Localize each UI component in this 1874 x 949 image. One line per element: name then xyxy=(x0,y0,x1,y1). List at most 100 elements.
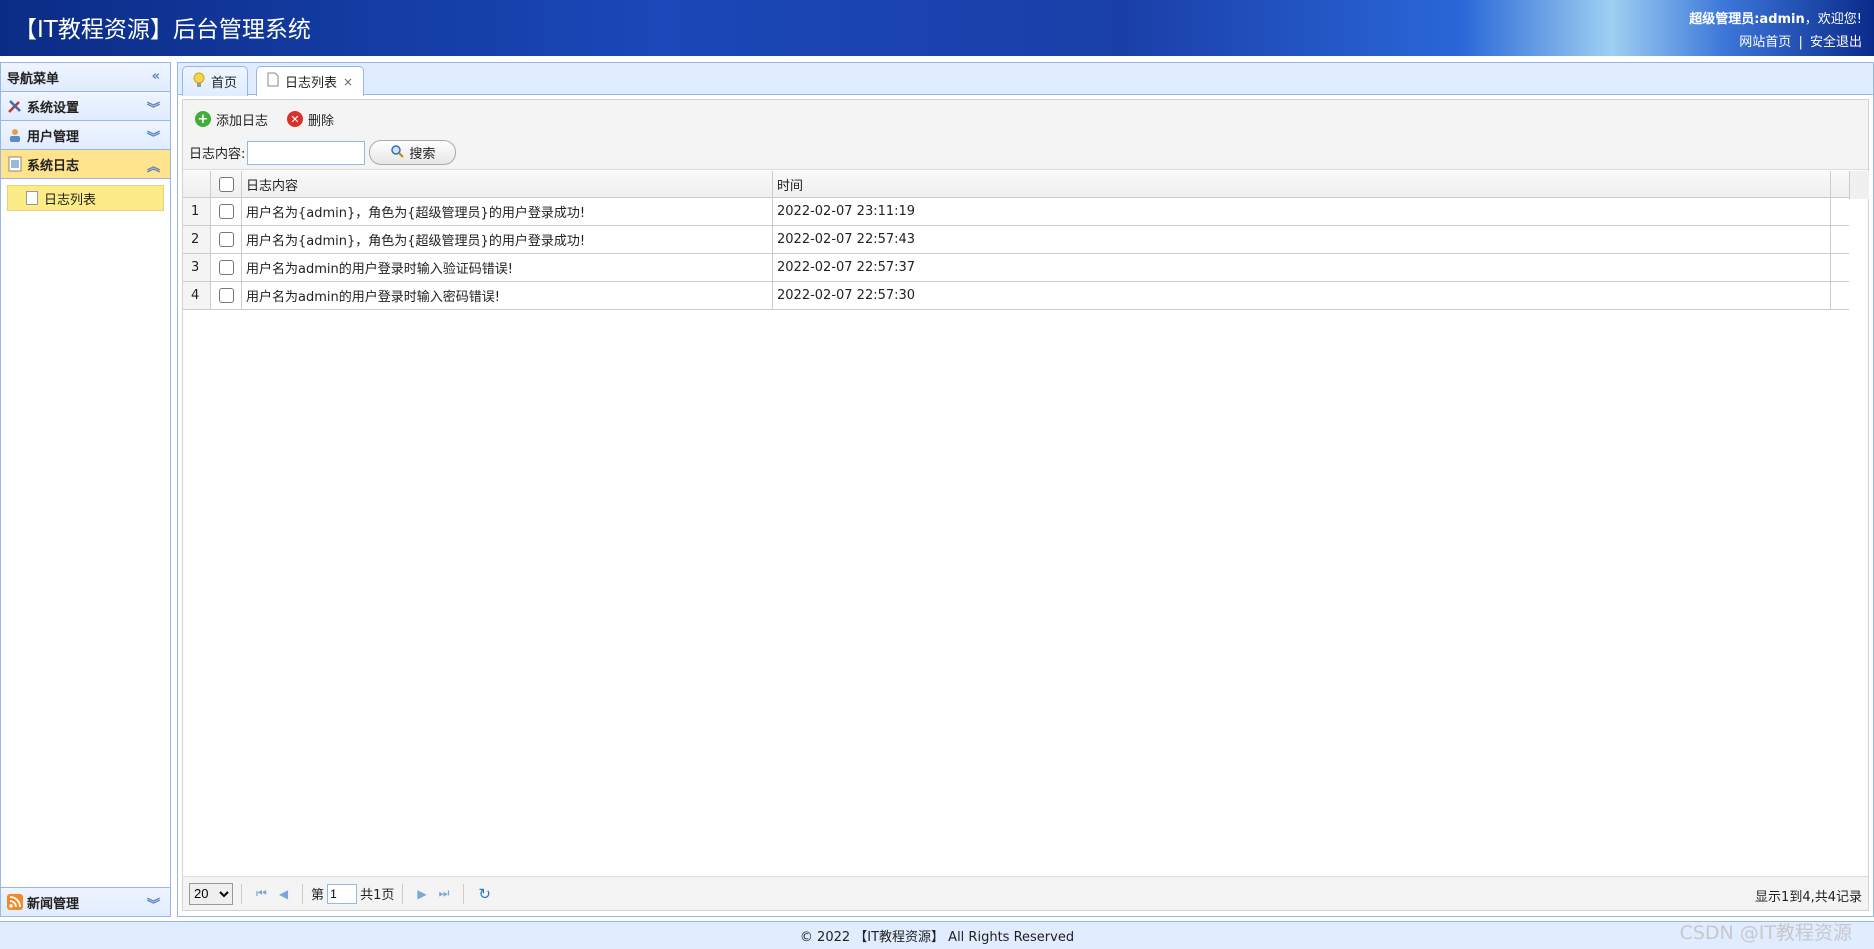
app-title: 【IT教程资源】后台管理系统 xyxy=(14,17,311,43)
add-icon: + xyxy=(195,111,211,127)
sidebar-item-user-management[interactable]: 用户管理 ︾ xyxy=(1,121,170,150)
collapse-left-icon[interactable]: « xyxy=(152,69,160,84)
tab-log-list[interactable]: 日志列表 × xyxy=(256,66,365,96)
pagination-bar: 20 ⏮ ◀ 第 共1页 ▶ ⏭ ↻ 显示1到4,共4记录 xyxy=(183,876,1868,910)
search-button[interactable]: 搜索 xyxy=(369,140,457,165)
search-label: 日志内容: xyxy=(189,147,246,162)
row-number: 4 xyxy=(183,282,211,309)
sidebar-title-label: 导航菜单 xyxy=(7,71,60,87)
chevron-down-icon: ︾ xyxy=(146,102,160,117)
log-time-cell: 2022-02-07 23:11:19 xyxy=(773,198,1831,225)
table-row[interactable]: 3 用户名为admin的用户登录时输入验证码错误! 2022-02-07 22:… xyxy=(183,254,1849,282)
log-time-cell: 2022-02-07 22:57:43 xyxy=(773,226,1831,253)
checkbox[interactable] xyxy=(218,176,234,192)
log-list-content: + 添加日志 ✕ 删除 日志内容: 搜索 日志内容 时间 1 用户名为{admi… xyxy=(182,99,1869,911)
table-row[interactable]: 1 用户名为{admin}，角色为{超级管理员}的用户登录成功! 2022-02… xyxy=(183,198,1849,226)
tools-icon xyxy=(7,98,23,114)
log-table: 日志内容 时间 1 用户名为{admin}，角色为{超级管理员}的用户登录成功!… xyxy=(183,171,1849,310)
sidebar-item-label: 新闻管理 xyxy=(27,896,80,912)
last-page-icon[interactable]: ⏭ xyxy=(439,886,450,901)
tab-home[interactable]: 首页 xyxy=(182,66,249,96)
row-number: 1 xyxy=(183,198,211,225)
row-number: 2 xyxy=(183,226,211,253)
page-icon xyxy=(267,72,279,91)
log-content-cell: 用户名为{admin}，角色为{超级管理员}的用户登录成功! xyxy=(242,226,773,253)
select-all-checkbox[interactable] xyxy=(211,171,242,197)
refresh-icon[interactable]: ↻ xyxy=(478,885,491,903)
prev-page-icon[interactable]: ◀ xyxy=(279,887,288,901)
bulb-icon xyxy=(193,72,205,92)
sidebar-item-system-log[interactable]: 系统日志 ︽ xyxy=(1,150,170,179)
row-number-header xyxy=(183,171,211,197)
watermark: CSDN @IT教程资源 xyxy=(1679,922,1852,944)
column-header-content[interactable]: 日志内容 xyxy=(242,171,773,197)
log-content-cell: 用户名为admin的用户登录时输入密码错误! xyxy=(242,282,773,309)
logout-link[interactable]: 安全退出 xyxy=(1810,35,1862,50)
row-checkbox[interactable] xyxy=(211,282,242,309)
tab-bar: 首页 日志列表 × xyxy=(178,63,1873,96)
pager-info: 显示1到4,共4记录 xyxy=(1755,890,1862,905)
page-total: 共1页 xyxy=(360,888,395,903)
home-link[interactable]: 网站首页 xyxy=(1739,35,1791,50)
chevron-down-icon: ︾ xyxy=(146,898,160,913)
tab-label: 首页 xyxy=(211,76,238,91)
sidebar-item-system-settings[interactable]: 系统设置 ︾ xyxy=(1,92,170,121)
sidebar-subitem-log-list[interactable]: 日志列表 xyxy=(7,185,164,211)
row-checkbox[interactable] xyxy=(211,254,242,281)
search-icon xyxy=(390,144,405,162)
footer: © 2022 【IT教程资源】 All Rights Reserved xyxy=(0,921,1874,949)
header-links: 网站首页 | 安全退出 xyxy=(1739,31,1862,50)
search-input[interactable] xyxy=(247,140,366,165)
footer-text: © 2022 【IT教程资源】 All Rights Reserved xyxy=(799,930,1075,945)
delete-icon: ✕ xyxy=(287,111,303,127)
table-row[interactable]: 4 用户名为admin的用户登录时输入密码错误! 2022-02-07 22:5… xyxy=(183,282,1849,310)
log-content-cell: 用户名为{admin}，角色为{超级管理员}的用户登录成功! xyxy=(242,198,773,225)
tab-label: 日志列表 xyxy=(285,76,338,91)
chevron-up-icon: ︽ xyxy=(146,160,160,175)
sidebar-item-label: 系统设置 xyxy=(27,100,80,116)
pager-separator xyxy=(241,883,242,904)
close-icon[interactable]: × xyxy=(343,75,353,89)
chevron-down-icon: ︾ xyxy=(146,131,160,146)
page-size-select[interactable]: 20 xyxy=(189,882,233,905)
system-log-panel: 日志列表 xyxy=(1,179,170,217)
checkbox[interactable] xyxy=(218,288,234,303)
welcome-role: 超级管理员:admin xyxy=(1689,12,1805,27)
pager-separator xyxy=(402,883,404,904)
page-number-input[interactable] xyxy=(327,883,358,904)
page-icon xyxy=(26,191,38,205)
log-time-cell: 2022-02-07 22:57:37 xyxy=(773,254,1831,281)
delete-label: 删除 xyxy=(308,113,335,129)
sidebar-item-news-management[interactable]: 新闻管理 ︾ xyxy=(1,887,170,916)
link-separator: | xyxy=(1798,35,1803,50)
toolbar: + 添加日志 ✕ 删除 日志内容: 搜索 xyxy=(183,100,1868,170)
checkbox[interactable] xyxy=(218,260,234,275)
delete-button[interactable]: ✕ 删除 xyxy=(287,108,334,130)
welcome-suffix: ，欢迎您! xyxy=(1804,12,1862,27)
rss-icon xyxy=(7,894,23,910)
add-log-label: 添加日志 xyxy=(216,113,269,129)
page-prefix: 第 xyxy=(311,888,325,903)
log-icon xyxy=(7,156,23,172)
checkbox[interactable] xyxy=(218,232,234,247)
welcome-text: 超级管理员:admin，欢迎您! xyxy=(1689,8,1862,27)
pager-separator xyxy=(463,883,465,904)
sidebar-item-label: 系统日志 xyxy=(27,158,80,174)
next-page-icon[interactable]: ▶ xyxy=(417,887,426,901)
pager-separator xyxy=(302,883,304,904)
add-log-button[interactable]: + 添加日志 xyxy=(195,108,268,130)
row-checkbox[interactable] xyxy=(211,198,242,225)
row-checkbox[interactable] xyxy=(211,226,242,253)
first-page-icon[interactable]: ⏮ xyxy=(256,886,267,901)
table-row[interactable]: 2 用户名为{admin}，角色为{超级管理员}的用户登录成功! 2022-02… xyxy=(183,226,1849,254)
search-button-label: 搜索 xyxy=(409,147,436,162)
sidebar-subitem-label: 日志列表 xyxy=(44,192,97,208)
users-icon xyxy=(7,127,23,143)
log-time-cell: 2022-02-07 22:57:30 xyxy=(773,282,1831,309)
sidebar: 导航菜单 « 系统设置 ︾ 用户管理 ︾ 系统日志 ︽ 日志列表 新闻管理 ︾ xyxy=(0,62,171,917)
main-panel: 首页 日志列表 × + 添加日志 ✕ 删除 日志内容: 搜索 日志内容 时间 1… xyxy=(177,62,1874,917)
checkbox[interactable] xyxy=(218,204,234,219)
app-header: 【IT教程资源】后台管理系统 超级管理员:admin，欢迎您! 网站首页 | 安… xyxy=(0,0,1874,56)
column-header-time[interactable]: 时间 xyxy=(773,171,1831,197)
log-content-cell: 用户名为admin的用户登录时输入验证码错误! xyxy=(242,254,773,281)
